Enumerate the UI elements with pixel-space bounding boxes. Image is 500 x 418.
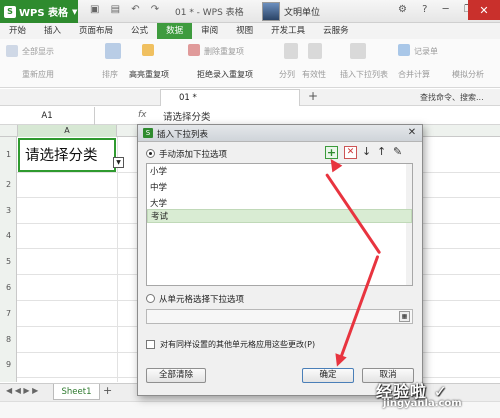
watermark-url: jingyanla.com	[383, 398, 462, 409]
row-number[interactable]: 1	[0, 150, 17, 159]
consolidate-button[interactable]: 合并计算	[398, 69, 430, 80]
dropdown-arrow-icon[interactable]: ▼	[113, 157, 124, 168]
from-cells-radio[interactable]	[146, 294, 155, 303]
add-sheet-icon[interactable]: +	[103, 384, 112, 397]
fx-icon[interactable]: fx	[138, 110, 147, 120]
record-form-icon	[398, 44, 410, 56]
reject-duplicates-button[interactable]: 拒绝录入重复项	[197, 69, 253, 80]
tab-developer[interactable]: 开发工具	[262, 23, 314, 39]
tab-data[interactable]: 数据	[157, 23, 193, 39]
document-tab-label: 01 *	[179, 93, 197, 103]
wps-dialog-icon: S	[143, 128, 153, 138]
row-number[interactable]: 8	[0, 335, 17, 344]
manual-option-radio[interactable]	[146, 149, 155, 158]
sort-icon	[105, 43, 121, 59]
name-box[interactable]: A1	[0, 107, 95, 125]
row-number[interactable]: 4	[0, 231, 17, 240]
what-if-button[interactable]: 模拟分析	[452, 69, 484, 80]
record-form-button[interactable]: 记录单	[414, 46, 438, 57]
row-number[interactable]: 5	[0, 257, 17, 266]
tab-page-layout[interactable]: 页面布局	[70, 23, 122, 39]
row-number[interactable]: 7	[0, 309, 17, 318]
window-controls[interactable]: ⚙ ? ─ ❐	[398, 4, 479, 15]
cell-range-input[interactable]	[146, 309, 413, 324]
highlight-duplicates-icon	[142, 44, 154, 56]
tab-cloud[interactable]: 云服务	[314, 23, 358, 39]
sheet-tab-sheet1[interactable]: Sheet1	[53, 384, 100, 400]
row-number[interactable]: 9	[0, 360, 17, 369]
text-to-columns-button[interactable]: 分列	[279, 69, 295, 80]
list-item[interactable]: 中学	[147, 181, 412, 195]
delete-duplicates-icon	[188, 44, 200, 56]
clear-all-button[interactable]: 全部清除	[146, 368, 206, 383]
manual-option-label: 手动添加下拉选项	[159, 150, 228, 160]
tab-formulas[interactable]: 公式	[122, 23, 157, 39]
user-name[interactable]: 文明单位	[284, 5, 320, 18]
cell-a1[interactable]: 请选择分类	[18, 138, 116, 172]
app-name: WPS 表格	[19, 8, 69, 19]
filter-icon	[6, 45, 18, 57]
range-select-icon[interactable]: ▦	[399, 311, 410, 322]
ribbon: 全部显示 删除重复项 记录单 重新应用 排序 高亮重复项 拒绝录入重复项 分列 …	[0, 39, 500, 88]
grid-line	[117, 137, 118, 382]
row-number[interactable]: 6	[0, 283, 17, 292]
ok-button[interactable]: 确定	[302, 368, 354, 383]
wps-logo-icon: S	[4, 5, 16, 18]
list-item[interactable]: 小学	[147, 165, 412, 179]
new-tab-icon[interactable]: +	[308, 89, 318, 103]
delete-item-icon[interactable]: ✕	[344, 146, 357, 159]
move-up-icon[interactable]: ↑	[377, 145, 386, 158]
chevron-down-icon: ▼	[72, 7, 78, 16]
delete-duplicates-button[interactable]: 删除重复项	[204, 46, 244, 57]
sheet-nav-icons[interactable]: ◀ ◀ ▶ ▶	[6, 386, 38, 395]
dialog-title: 插入下拉列表	[157, 130, 209, 140]
tab-home[interactable]: 开始	[0, 23, 35, 39]
validation-icon	[308, 43, 322, 59]
row-number[interactable]: 3	[0, 206, 17, 215]
list-item-selected[interactable]: 考试	[147, 209, 412, 223]
tab-insert[interactable]: 插入	[35, 23, 70, 39]
window-title: 01 * - WPS 表格	[175, 8, 244, 18]
avatar[interactable]	[262, 2, 280, 21]
apply-all-label: 对有同样设置的其他单元格应用这些更改(P)	[160, 340, 316, 349]
apply-all-checkbox[interactable]	[146, 340, 155, 349]
command-search[interactable]: 查找命令、搜索...	[420, 92, 484, 103]
validation-button[interactable]: 有效性	[302, 69, 326, 80]
document-tab[interactable]: 01 *	[160, 89, 300, 106]
tab-view[interactable]: 视图	[227, 23, 262, 39]
show-all-button[interactable]: 全部显示	[22, 46, 54, 57]
close-window-button[interactable]: ✕	[468, 0, 500, 20]
tab-review[interactable]: 审阅	[192, 23, 227, 39]
wps-menu-button[interactable]: S WPS 表格 ▼	[0, 0, 78, 23]
text-to-columns-icon	[284, 43, 298, 59]
from-cells-label: 从单元格选择下拉选项	[159, 295, 245, 305]
ribbon-tabs: 开始 插入 页面布局 公式 数据 审阅 视图 开发工具 云服务	[0, 23, 500, 39]
column-header-a[interactable]: A	[17, 125, 117, 137]
reapply-button[interactable]: 重新应用	[22, 69, 54, 80]
dialog-close-icon[interactable]: ✕	[405, 127, 419, 139]
insert-dropdown-icon	[350, 43, 366, 59]
insert-dropdown-button[interactable]: 插入下拉列表	[340, 69, 388, 80]
sort-button[interactable]: 排序	[102, 69, 118, 80]
formula-input[interactable]: 请选择分类	[163, 109, 211, 123]
move-down-icon[interactable]: ↓	[362, 145, 371, 158]
row-number[interactable]: 2	[0, 180, 17, 189]
quick-access-toolbar[interactable]: ▣ ▤ ↶ ↷	[90, 4, 163, 15]
edit-item-icon[interactable]: ✎	[393, 145, 402, 158]
highlight-duplicates-button[interactable]: 高亮重复项	[129, 69, 169, 80]
